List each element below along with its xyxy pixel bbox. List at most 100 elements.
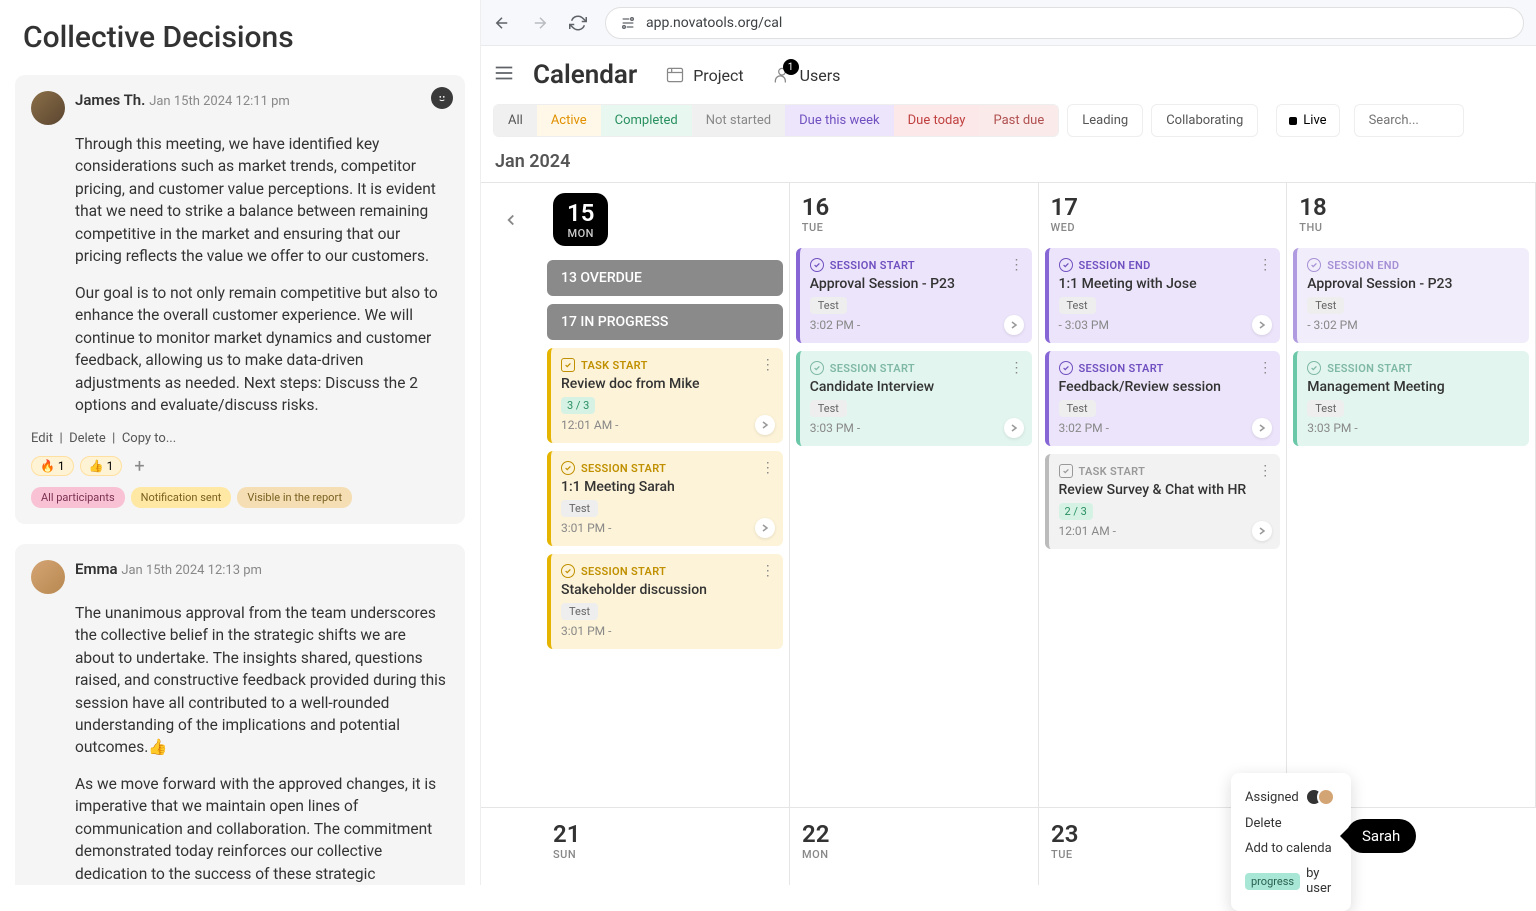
event-menu-icon[interactable]: ⋮ [761, 564, 775, 578]
filter-all[interactable]: All [494, 105, 537, 136]
popup-add-calendar[interactable]: Add to calenda [1241, 836, 1341, 861]
event-card[interactable]: SESSION END Approval Session - P23 Test … [1293, 248, 1529, 343]
filter-collaborating[interactable]: Collaborating [1151, 104, 1258, 137]
task-icon [561, 358, 575, 372]
day-number: 16 [802, 193, 1032, 221]
event-title: Approval Session - P23 [810, 276, 1022, 292]
popup-delete[interactable]: Delete [1241, 811, 1341, 836]
browser-toolbar: app.novatools.org/cal [481, 0, 1536, 46]
edit-link[interactable]: Edit [31, 431, 53, 446]
event-card[interactable]: ⋮ TASK START Review doc from Mike 3 / 3 … [547, 348, 783, 443]
event-menu-icon[interactable]: ⋮ [1258, 464, 1272, 478]
event-menu-icon[interactable]: ⋮ [1010, 361, 1024, 375]
event-card[interactable]: ⋮ SESSION START Approval Session - P23 T… [796, 248, 1032, 343]
avatar[interactable] [31, 560, 65, 594]
menu-icon[interactable] [493, 62, 515, 88]
search-input[interactable] [1354, 104, 1464, 137]
comment-author: James Th. [75, 91, 145, 109]
event-count: 3 / 3 [561, 397, 595, 414]
filter-leading[interactable]: Leading [1067, 104, 1143, 137]
copy-link[interactable]: Copy to... [122, 431, 176, 446]
comment-text: Through this meeting, we have identified… [75, 133, 449, 268]
popup-assigned[interactable]: Assigned [1241, 783, 1341, 811]
reaction-fire[interactable]: 🔥 1 [31, 456, 74, 476]
avatar[interactable] [31, 91, 65, 125]
day-column: 15MON 13 OVERDUE 17 IN PROGRESS ⋮ TASK S… [541, 183, 790, 807]
event-tag: Test [561, 603, 598, 620]
delete-link[interactable]: Delete [69, 431, 106, 446]
prev-week-button[interactable] [481, 183, 541, 807]
event-card[interactable]: ⋮ SESSION END 1:1 Meeting with Jose Test… [1045, 248, 1281, 343]
event-time: 3:03 PM - [810, 421, 860, 435]
url-text: app.novatools.org/cal [646, 15, 1509, 31]
event-menu-icon[interactable]: ⋮ [1010, 258, 1024, 272]
session-icon [1059, 361, 1073, 375]
comment-author: Emma [75, 560, 118, 578]
day-column: 17WED ⋮ SESSION END 1:1 Meeting with Jos… [1039, 183, 1288, 807]
event-card[interactable]: ⋮ SESSION START 1:1 Meeting Sarah Test 3… [547, 451, 783, 546]
event-card[interactable]: ⋮ SESSION START Stakeholder discussion T… [547, 554, 783, 649]
live-button[interactable]: Live [1276, 104, 1339, 137]
forward-icon[interactable] [531, 14, 549, 32]
filter-pastdue[interactable]: Past due [979, 105, 1058, 136]
event-tag: Test [561, 500, 598, 517]
filter-dueweek[interactable]: Due this week [785, 105, 893, 136]
event-tag: Test [1059, 400, 1096, 417]
event-tag: Test [810, 400, 847, 417]
event-title: Candidate Interview [810, 379, 1022, 395]
reload-icon[interactable] [569, 14, 587, 32]
overdue-pill[interactable]: 13 OVERDUE [547, 260, 783, 296]
page-title: Collective Decisions [23, 20, 465, 55]
filter-notstarted[interactable]: Not started [692, 105, 785, 136]
chevron-right-icon[interactable] [1252, 315, 1272, 335]
event-menu-icon[interactable]: ⋮ [761, 461, 775, 475]
back-icon[interactable] [493, 14, 511, 32]
event-card[interactable]: ⋮ TASK START Review Survey & Chat with H… [1045, 454, 1281, 549]
comment-timestamp: Jan 15th 2024 12:13 pm [121, 563, 262, 578]
event-time: - 3:03 PM [1059, 318, 1109, 332]
event-title: Review Survey & Chat with HR [1059, 482, 1271, 498]
inprogress-pill[interactable]: 17 IN PROGRESS [547, 304, 783, 340]
filter-active[interactable]: Active [537, 105, 601, 136]
event-title: Approval Session - P23 [1307, 276, 1519, 292]
day-column: 21SUN [541, 808, 790, 885]
event-title: 1:1 Meeting with Jose [1059, 276, 1271, 292]
chevron-right-icon[interactable] [1004, 315, 1024, 335]
chevron-right-icon[interactable] [755, 518, 775, 538]
day-number: 18 [1299, 193, 1529, 221]
event-tag: Test [810, 297, 847, 314]
filter-duetoday[interactable]: Due today [894, 105, 980, 136]
chevron-right-icon[interactable] [1252, 418, 1272, 438]
add-reaction[interactable]: + [128, 456, 150, 477]
chevron-right-icon[interactable] [755, 415, 775, 435]
filter-completed[interactable]: Completed [601, 105, 692, 136]
event-card[interactable]: SESSION START Management Meeting Test 3:… [1293, 351, 1529, 446]
tag-notification: Notification sent [131, 487, 232, 508]
event-card[interactable]: ⋮ SESSION START Feedback/Review session … [1045, 351, 1281, 446]
address-bar[interactable]: app.novatools.org/cal [605, 7, 1524, 39]
event-menu-icon[interactable]: ⋮ [1258, 361, 1272, 375]
reaction-thumb[interactable]: 👍 1 [80, 456, 123, 476]
event-tag: Test [1307, 297, 1344, 314]
site-settings-icon [620, 15, 636, 31]
comment-text: The unanimous approval from the team und… [75, 602, 449, 759]
avatar [1317, 788, 1335, 806]
event-tag: Test [1307, 400, 1344, 417]
day-column: 22MON [790, 808, 1039, 885]
event-menu-icon[interactable]: ⋮ [1258, 258, 1272, 272]
event-title: Management Meeting [1307, 379, 1519, 395]
project-nav[interactable]: Project [665, 65, 743, 85]
reaction-icon[interactable] [431, 87, 453, 109]
event-title: Feedback/Review session [1059, 379, 1271, 395]
event-menu-icon[interactable]: ⋮ [761, 358, 775, 372]
event-time: 3:01 PM - [561, 624, 611, 638]
popup-progress[interactable]: progress by user [1241, 861, 1341, 901]
chevron-right-icon[interactable] [1004, 418, 1024, 438]
session-icon [561, 461, 575, 475]
comment-text: As we move forward with the approved cha… [75, 773, 449, 885]
tooltip: Sarah [1346, 819, 1416, 853]
event-card[interactable]: ⋮ SESSION START Candidate Interview Test… [796, 351, 1032, 446]
chevron-right-icon[interactable] [1252, 521, 1272, 541]
day-of-week: WED [1051, 221, 1281, 234]
users-nav[interactable]: 1 Users [772, 65, 841, 85]
